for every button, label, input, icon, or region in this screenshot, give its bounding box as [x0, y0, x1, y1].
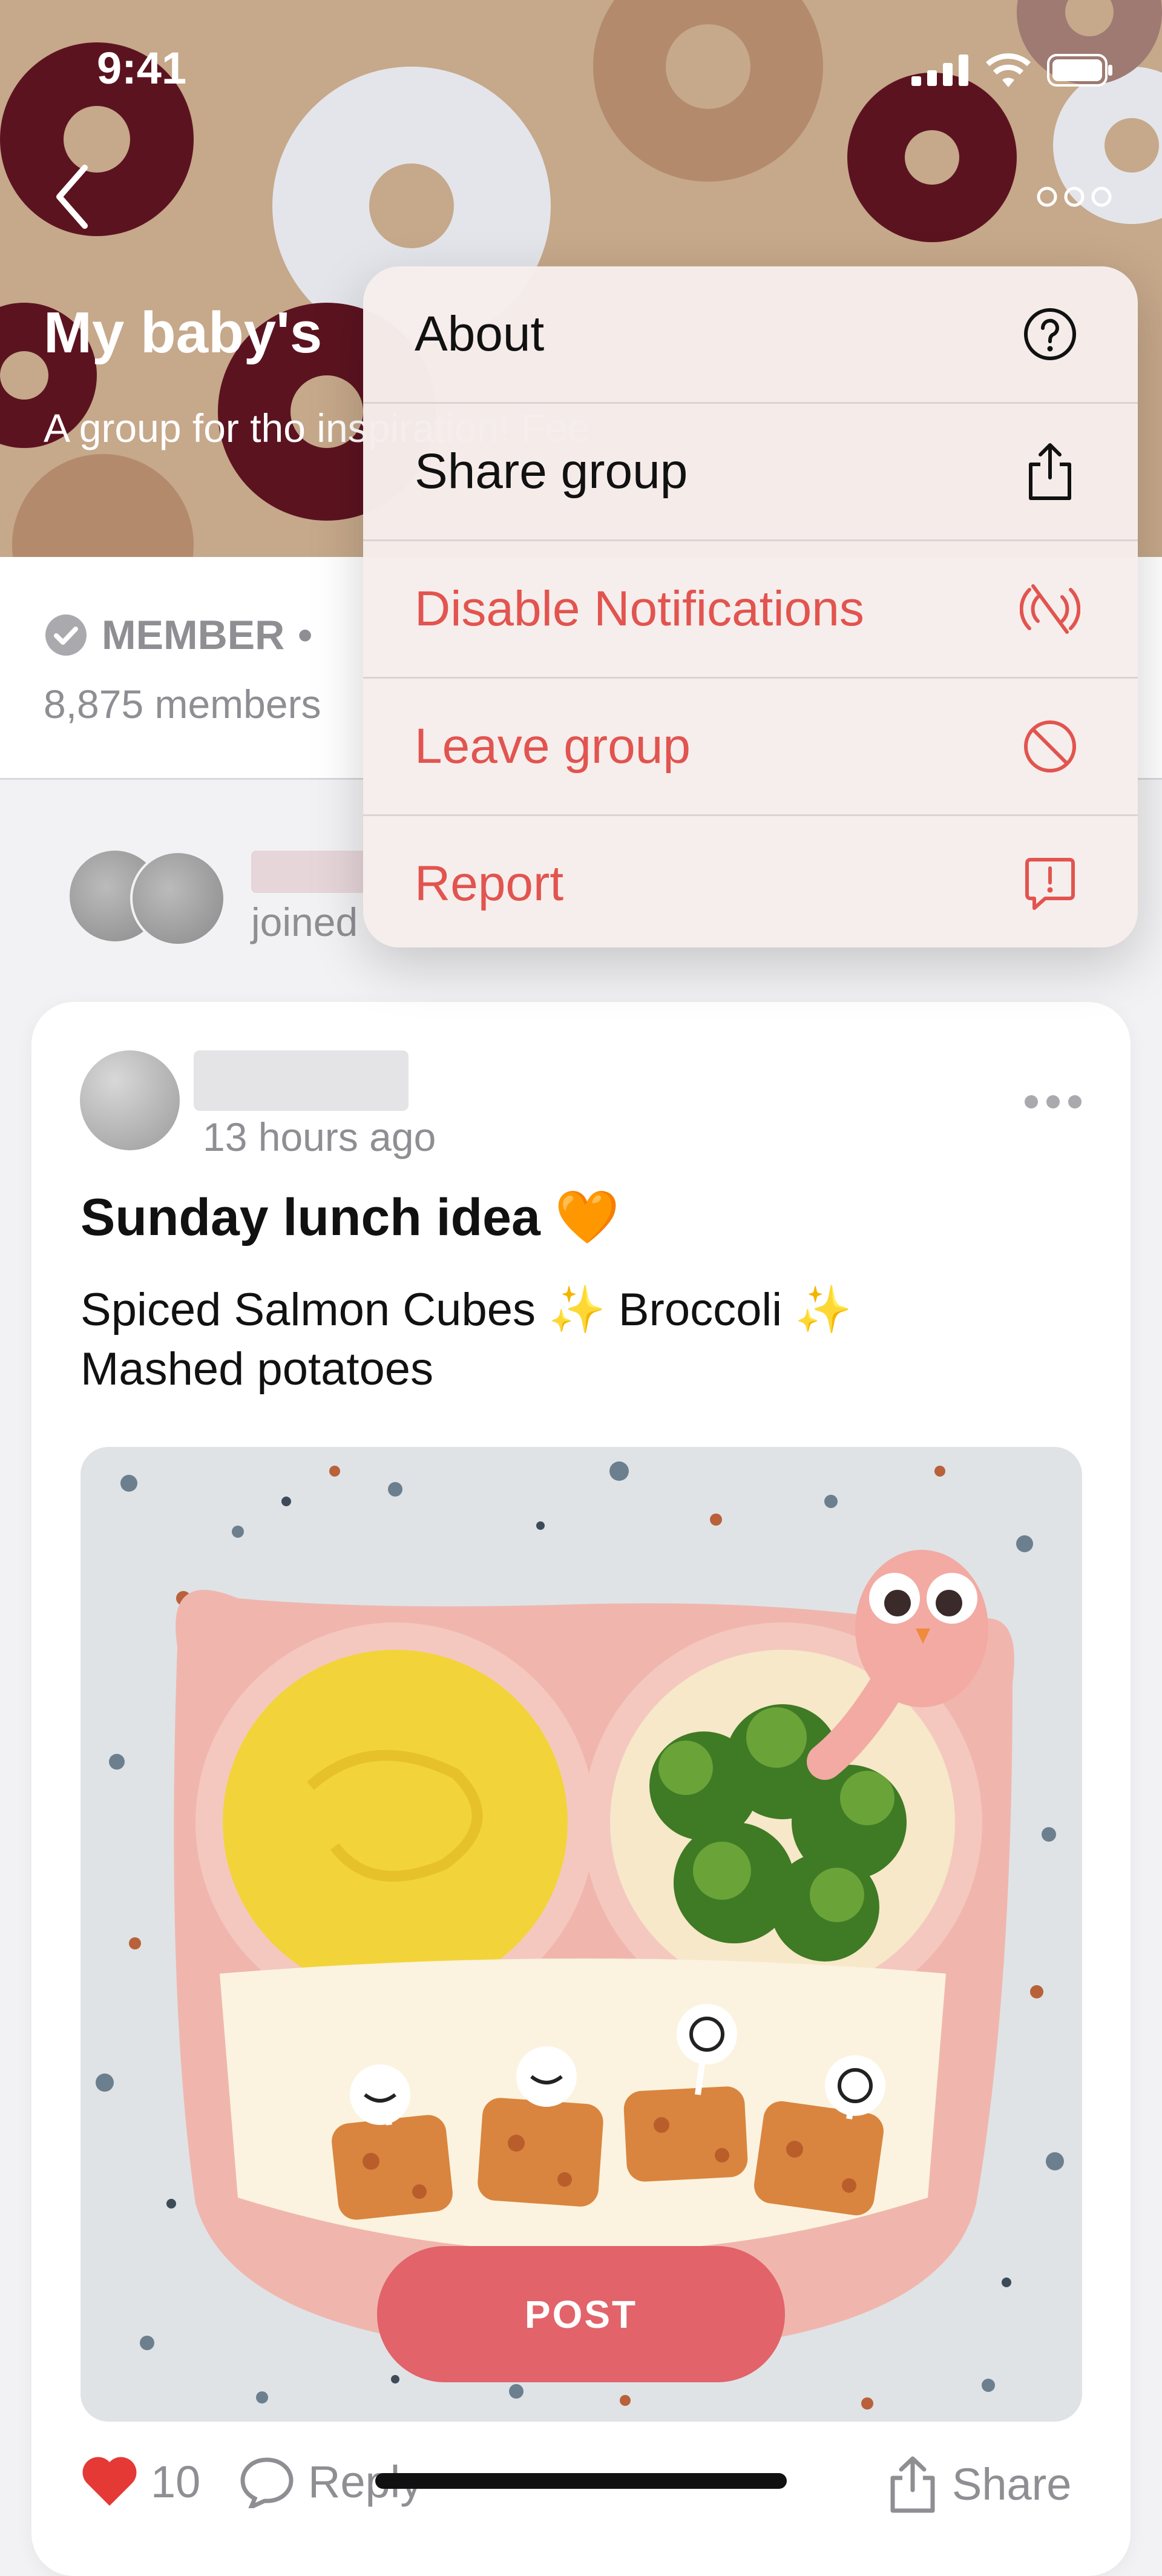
joined-text: joined [251, 900, 358, 944]
like-count: 10 [151, 2456, 201, 2507]
bullet-separator: • [298, 612, 313, 658]
post-button[interactable]: POST [377, 2246, 785, 2382]
post-author-name-blurred[interactable] [194, 1050, 409, 1111]
members-count: 8,875 members [44, 682, 321, 726]
more-options-icon[interactable] [1035, 182, 1114, 212]
post-body-line: Mashed potatoes [80, 1343, 434, 1395]
cellular-signal-icon [911, 54, 968, 86]
share-icon [1029, 443, 1071, 500]
like-button[interactable]: 10 [80, 2455, 200, 2508]
donut [12, 454, 194, 557]
menu-item-share-group[interactable]: Share group [363, 404, 1138, 539]
check-circle-icon [45, 614, 87, 656]
status-bar: 9:41 [0, 0, 1162, 97]
wifi-icon [985, 53, 1031, 87]
reply-bubble-icon [240, 2457, 294, 2508]
home-indicator[interactable] [375, 2473, 787, 2489]
donut [847, 73, 1017, 242]
menu-item-report[interactable]: Report [363, 816, 1138, 947]
share-label: Share [952, 2459, 1072, 2509]
heart-icon [82, 2457, 137, 2506]
status-time: 9:41 [97, 43, 187, 93]
membership-line: MEMBER • [44, 611, 312, 659]
post-timestamp: 13 hours ago [203, 1115, 436, 1159]
membership-label: MEMBER [102, 612, 285, 658]
status-icons [911, 53, 1114, 87]
menu-item-about[interactable]: About [363, 266, 1138, 402]
menu-item-label: About [415, 306, 545, 361]
menu-item-label: Report [415, 856, 564, 911]
notifications-off-icon [1020, 584, 1080, 634]
menu-item-label: Share group [415, 444, 688, 499]
back-chevron-icon[interactable] [48, 160, 103, 233]
leave-circle-icon [1024, 720, 1076, 772]
question-circle-icon [1024, 308, 1076, 360]
share-button[interactable]: Share [885, 2455, 1071, 2513]
menu-item-leave-group[interactable]: Leave group [363, 679, 1138, 814]
menu-item-disable-notifications[interactable]: Disable Notifications [363, 541, 1138, 677]
avatar [130, 851, 226, 946]
group-options-menu: About Share group Disable Notifications … [363, 266, 1138, 947]
battery-icon [1047, 54, 1112, 87]
post-title: Sunday lunch idea 🧡 [80, 1188, 620, 1247]
post-more-icon[interactable] [1023, 1090, 1083, 1114]
share-icon [890, 2456, 935, 2513]
report-bubble-icon [1025, 858, 1075, 910]
post-body: Spiced Salmon Cubes ✨ Broccoli ✨ Mashed … [80, 1280, 1079, 1399]
menu-item-label: Leave group [415, 719, 691, 774]
menu-item-label: Disable Notifications [415, 581, 864, 636]
post-author-avatar[interactable] [80, 1050, 180, 1150]
post-body-line: Spiced Salmon Cubes ✨ Broccoli ✨ [80, 1284, 852, 1336]
group-title: My baby's [44, 300, 323, 365]
